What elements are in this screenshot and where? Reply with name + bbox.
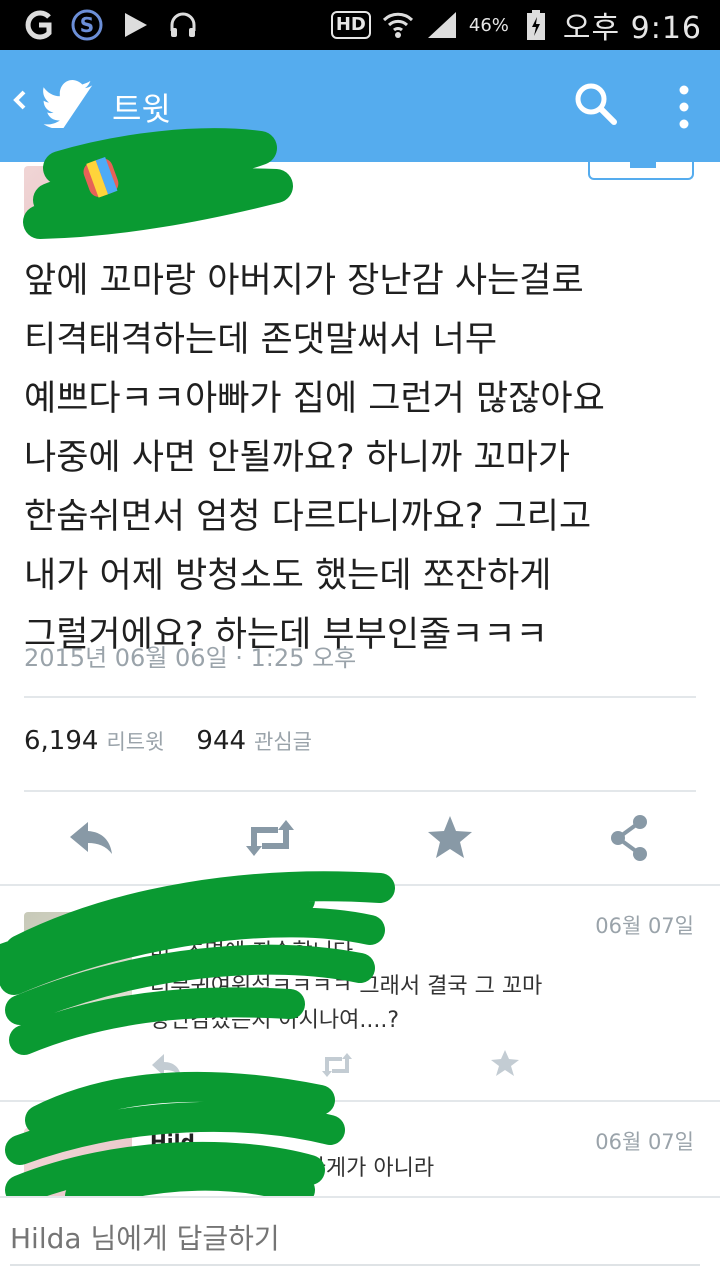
favorite-label[interactable]: 관심글 bbox=[254, 726, 312, 756]
reply-tweet[interactable]: @c 06월 07일 머..초면에 죄송합니다 너무귀여워섞ㅋㅋㅋㅋ 그래서 결… bbox=[0, 886, 720, 1100]
tweet-text: 앞에 꼬마랑 아버지가 장난감 사는걸로 티격태격하는데 존댓말써서 너무 예쁘… bbox=[24, 261, 605, 655]
wifi-icon bbox=[381, 9, 415, 41]
favorite-count[interactable]: 944 bbox=[196, 726, 246, 756]
play-icon bbox=[118, 9, 152, 41]
reply-tweet[interactable]: Hild 06월 07일 잘 모르겠어요ㅠ 가게가 아니라 bbox=[0, 1102, 720, 1196]
tweet-stats: 6,194 리트윗 944 관심글 bbox=[24, 726, 344, 756]
reply-text: 잘 모르겠어요ㅠ 가게가 아니라 bbox=[150, 1156, 435, 1181]
retweet-icon[interactable] bbox=[320, 1050, 354, 1080]
retweet-label[interactable]: 리트윗 bbox=[106, 726, 164, 756]
divider bbox=[24, 790, 696, 792]
svg-text:S: S bbox=[80, 13, 94, 37]
overflow-menu-icon[interactable] bbox=[676, 82, 692, 132]
g-icon bbox=[22, 9, 56, 41]
back-chevron-icon[interactable] bbox=[8, 80, 32, 120]
retweet-count[interactable]: 6,194 bbox=[24, 726, 98, 756]
reply-avatar[interactable] bbox=[24, 1128, 132, 1196]
divider bbox=[24, 696, 696, 698]
headset-icon bbox=[166, 9, 200, 41]
signal-icon bbox=[425, 9, 459, 41]
search-icon[interactable] bbox=[574, 82, 618, 126]
reply-composer bbox=[0, 1196, 720, 1280]
reply-input[interactable] bbox=[10, 1212, 700, 1266]
reply-text: 머..초면에 죄송합니다 너무귀여워섞ㅋㅋㅋㅋ 그래서 결국 그 꼬마 장난감샀… bbox=[150, 940, 543, 1033]
hd-icon: HD bbox=[330, 11, 371, 39]
s-icon: S bbox=[70, 9, 104, 41]
page-title: 트윗 bbox=[112, 90, 171, 128]
share-icon[interactable] bbox=[602, 810, 658, 866]
favorite-star-icon[interactable] bbox=[488, 1048, 522, 1078]
reply-avatar[interactable] bbox=[24, 912, 132, 1020]
tweet-actions bbox=[0, 810, 720, 870]
tweet-timestamp: 2015년 06월 06일 · 1:25 오후 bbox=[24, 644, 357, 672]
app-bar: 트윗 bbox=[0, 50, 720, 162]
reply-author: Hild bbox=[150, 1130, 195, 1154]
retweet-icon[interactable] bbox=[242, 810, 298, 866]
reply-icon[interactable] bbox=[150, 1050, 184, 1080]
reply-icon[interactable] bbox=[64, 810, 120, 866]
battery-icon bbox=[519, 9, 553, 41]
favorite-star-icon[interactable] bbox=[422, 810, 478, 866]
author-avatar[interactable] bbox=[24, 166, 132, 228]
follow-button[interactable] bbox=[588, 160, 694, 180]
twitter-bird-icon bbox=[43, 80, 93, 128]
battery-percent: 46% bbox=[468, 14, 509, 36]
status-bar: S HD 46% 오후 9:16 bbox=[0, 0, 720, 50]
clock: 오후 9:16 bbox=[562, 11, 702, 46]
reply-handle: @c bbox=[206, 914, 237, 938]
